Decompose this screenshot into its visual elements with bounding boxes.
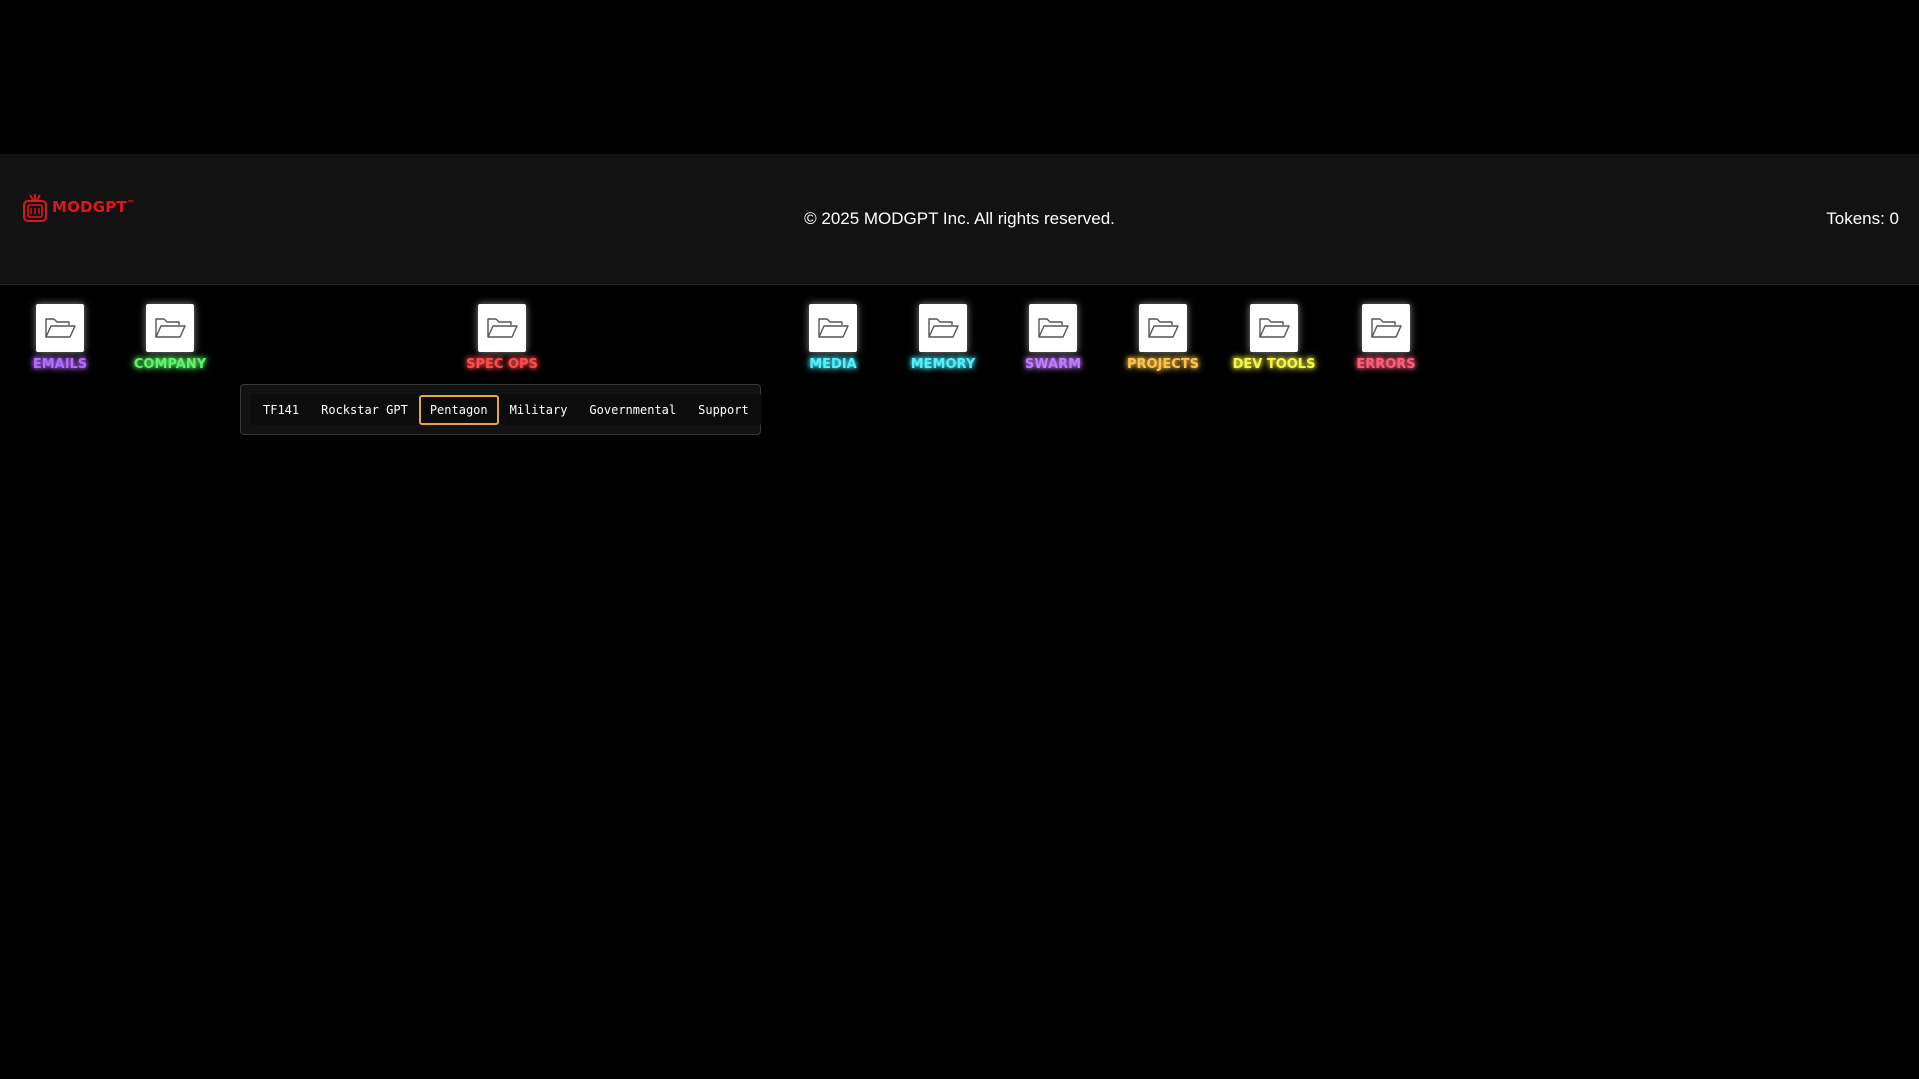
folder-open-icon: [36, 304, 84, 352]
copyright-text: © 2025 MODGPT Inc. All rights reserved.: [804, 209, 1115, 228]
folder-label: MEDIA: [809, 357, 857, 372]
folder-emails[interactable]: EMAILS: [5, 304, 115, 374]
folder-spec-ops[interactable]: SPEC OPS: [447, 304, 557, 374]
folder-projects[interactable]: PROJECTS: [1108, 304, 1218, 374]
folder-label: COMPANY: [133, 357, 207, 372]
folder-open-icon: [146, 304, 194, 352]
folder-dev-tools[interactable]: DEV TOOLS: [1219, 304, 1329, 374]
folder-media[interactable]: MEDIA: [778, 304, 888, 374]
folder-swarm[interactable]: SWARM: [998, 304, 1108, 374]
submenu-item-tf141[interactable]: TF141: [252, 395, 310, 425]
folder-open-icon: [1362, 304, 1410, 352]
folder-label: DEV TOOLS: [1232, 357, 1316, 372]
folder-label: MEMORY: [910, 357, 976, 372]
folder-label: SPEC OPS: [466, 357, 538, 372]
folder-open-icon: [478, 304, 526, 352]
submenu-item-rockstar-gpt[interactable]: Rockstar GPT: [310, 395, 419, 425]
folder-company[interactable]: COMPANY: [115, 304, 225, 374]
folder-open-icon: [809, 304, 857, 352]
folder-label: ERRORS: [1356, 357, 1416, 372]
trademark-mark: ™: [126, 199, 136, 208]
folder-label: EMAILS: [32, 357, 88, 372]
top-blank-area: [0, 0, 1919, 154]
folder-memory[interactable]: MEMORY: [888, 304, 998, 374]
submenu-item-pentagon[interactable]: Pentagon: [418, 394, 499, 425]
submenu-item-governmental[interactable]: Governmental: [578, 395, 687, 425]
folder-label: SWARM: [1024, 357, 1082, 372]
folder-open-icon: [1250, 304, 1298, 352]
submenu-tab-strip: TF141 Rockstar GPT Pentagon Military Governm…: [250, 394, 762, 425]
header-bar: MODGPT™ © 2025 MODGPT Inc. All rights re…: [0, 154, 1919, 285]
submenu-item-support[interactable]: Support: [687, 395, 760, 425]
folder-errors[interactable]: ERRORS: [1331, 304, 1441, 374]
folder-open-icon: [1029, 304, 1077, 352]
token-counter: Tokens: 0: [1826, 209, 1899, 228]
spec-ops-submenu: TF141 Rockstar GPT Pentagon Military Governm…: [240, 384, 762, 435]
folder-open-icon: [919, 304, 967, 352]
folder-open-icon: [1139, 304, 1187, 352]
submenu-item-military[interactable]: Military: [499, 395, 579, 425]
folder-label: PROJECTS: [1126, 357, 1200, 372]
